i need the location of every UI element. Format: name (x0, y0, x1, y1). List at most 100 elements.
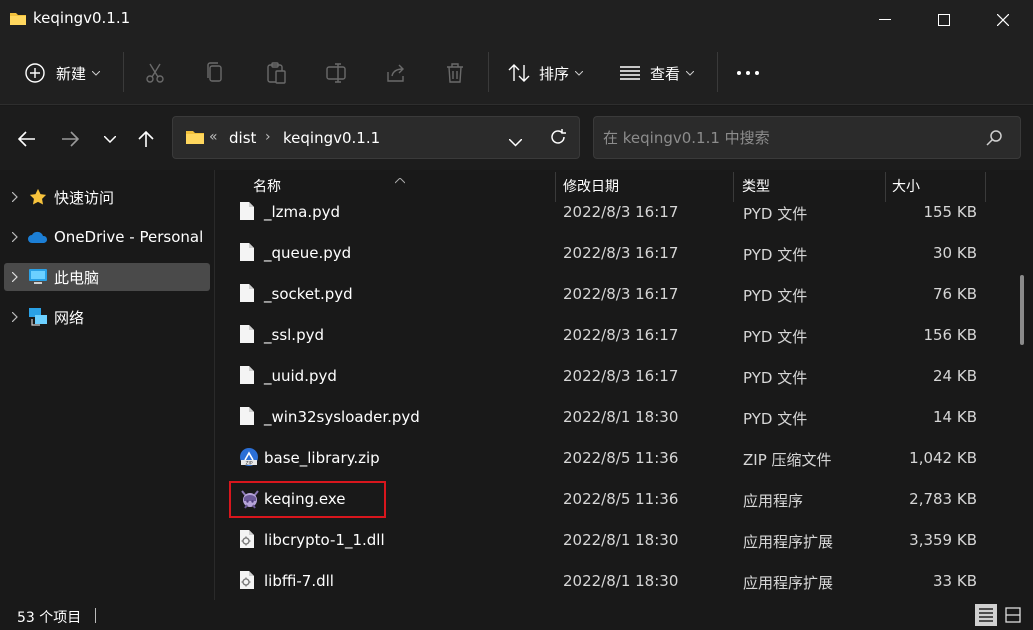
window-title: keqingv0.1.1 (33, 9, 131, 27)
file-name: _uuid.pyd (264, 367, 337, 385)
file-row[interactable]: _lzma.pyd 2022/8/3 16:17 PYD 文件 155 KB (229, 192, 1009, 233)
minimize-icon (879, 19, 891, 20)
sort-ascending-icon (394, 170, 406, 188)
breadcrumb-overflow[interactable]: « (209, 129, 218, 145)
file-type: PYD 文件 (743, 246, 808, 264)
dll-icon (239, 529, 255, 553)
tiles-view-icon (1005, 607, 1021, 623)
file-icon (239, 201, 255, 225)
file-date: 2022/8/3 16:17 (563, 326, 679, 344)
file-row[interactable]: ZIP base_library.zip 2022/8/5 11:36 ZIP … (229, 438, 1009, 479)
file-date: 2022/8/5 11:36 (563, 490, 679, 508)
up-button[interactable] (131, 124, 161, 154)
file-row[interactable]: _uuid.pyd 2022/8/3 16:17 PYD 文件 24 KB (229, 356, 1009, 397)
file-name: _win32sysloader.pyd (264, 408, 420, 426)
sidebar-item-label: 网络 (54, 308, 85, 327)
file-row[interactable]: _ssl.pyd 2022/8/3 16:17 PYD 文件 156 KB (229, 315, 1009, 356)
file-date: 2022/8/3 16:17 (563, 285, 679, 303)
address-bar[interactable]: « dist › keqingv0.1.1 (172, 116, 580, 159)
file-icon (239, 324, 255, 348)
close-button[interactable] (973, 0, 1033, 40)
details-view-button[interactable] (975, 604, 997, 626)
maximize-button[interactable] (914, 0, 974, 40)
file-row[interactable]: libffi-7.dll 2022/8/1 18:30 应用程序扩展 33 KB (229, 561, 1009, 600)
paste-button[interactable] (265, 56, 287, 90)
search-icon[interactable] (986, 130, 1002, 150)
delete-button[interactable] (445, 56, 465, 90)
navigation-pane: 快速访问 OneDrive - Personal 此电脑 网络 (0, 170, 214, 600)
file-size: 3,359 KB (909, 531, 977, 549)
plus-circle-icon (25, 63, 45, 83)
file-size: 24 KB (933, 367, 977, 385)
copy-button[interactable] (206, 56, 224, 90)
expand-chevron-icon[interactable] (4, 272, 26, 282)
sidebar-item-this-pc[interactable]: 此电脑 (4, 263, 210, 291)
more-icon (737, 71, 759, 75)
file-row[interactable]: _queue.pyd 2022/8/3 16:17 PYD 文件 30 KB (229, 233, 1009, 274)
file-type: PYD 文件 (743, 287, 808, 305)
file-type: PYD 文件 (743, 328, 808, 346)
share-icon (387, 64, 404, 82)
more-options-button[interactable] (737, 56, 759, 90)
file-date: 2022/8/1 18:30 (563, 572, 679, 590)
file-name: libffi-7.dll (264, 572, 334, 590)
view-button[interactable]: 查看 (620, 56, 695, 90)
file-date: 2022/8/1 18:30 (563, 408, 679, 426)
search-box[interactable] (593, 116, 1021, 159)
highlight-box (229, 481, 386, 518)
view-list-icon (620, 66, 640, 80)
breadcrumb-current[interactable]: keqingv0.1.1 (283, 129, 380, 147)
file-row[interactable]: _win32sysloader.pyd 2022/8/1 18:30 PYD 文… (229, 397, 1009, 438)
command-bar: 新建 排序 查看 (0, 40, 1033, 105)
file-size: 30 KB (933, 244, 977, 262)
expand-chevron-icon[interactable] (4, 312, 26, 322)
vertical-scrollbar[interactable] (1020, 170, 1033, 600)
file-size: 33 KB (933, 572, 977, 590)
file-type: PYD 文件 (743, 410, 808, 428)
refresh-icon (551, 129, 566, 144)
details-view-icon (979, 608, 993, 622)
large-icons-view-button[interactable] (1002, 604, 1024, 626)
new-button[interactable]: 新建 (24, 56, 101, 90)
recent-locations-button[interactable] (95, 124, 125, 154)
maximize-icon (938, 14, 950, 26)
dll-icon (239, 570, 255, 594)
file-size: 156 KB (923, 326, 977, 344)
file-type: 应用程序扩展 (743, 574, 834, 592)
copy-icon (207, 62, 222, 82)
file-date: 2022/8/3 16:17 (563, 203, 679, 221)
forward-button[interactable] (55, 124, 85, 154)
share-button[interactable] (385, 56, 407, 90)
sort-icon (508, 64, 530, 82)
toolbar-divider (717, 52, 718, 92)
expand-chevron-icon[interactable] (4, 192, 26, 202)
cloud-icon (26, 230, 50, 244)
rename-button[interactable] (325, 56, 347, 90)
file-row[interactable]: libcrypto-1_1.dll 2022/8/1 18:30 应用程序扩展 … (229, 520, 1009, 561)
file-name: libcrypto-1_1.dll (264, 531, 385, 549)
minimize-button[interactable] (855, 0, 915, 40)
expand-chevron-icon[interactable] (4, 232, 26, 242)
refresh-button[interactable] (549, 128, 567, 150)
file-type: PYD 文件 (743, 205, 808, 223)
sidebar-item-network[interactable]: 网络 (4, 303, 210, 331)
file-row[interactable]: _socket.pyd 2022/8/3 16:17 PYD 文件 76 KB (229, 274, 1009, 315)
search-input[interactable] (603, 128, 973, 148)
sort-button[interactable]: 排序 (508, 56, 584, 90)
clipboard-icon (267, 62, 286, 84)
network-icon (26, 307, 50, 327)
chevron-down-icon (508, 138, 523, 147)
file-size: 76 KB (933, 285, 977, 303)
cut-button[interactable] (145, 56, 165, 90)
sidebar-item-quick-access[interactable]: 快速访问 (4, 183, 210, 211)
arrow-left-icon (18, 131, 35, 147)
arrow-right-icon (62, 131, 79, 147)
scrollbar-thumb[interactable] (1020, 275, 1024, 345)
back-button[interactable] (12, 124, 42, 154)
file-name: _lzma.pyd (264, 203, 341, 221)
sidebar-item-onedrive[interactable]: OneDrive - Personal (4, 223, 210, 251)
breadcrumb-dist[interactable]: dist (229, 129, 256, 147)
item-count: 53 个项目 (17, 610, 82, 626)
address-dropdown-button[interactable] (508, 133, 523, 151)
chevron-down-icon (104, 135, 116, 143)
